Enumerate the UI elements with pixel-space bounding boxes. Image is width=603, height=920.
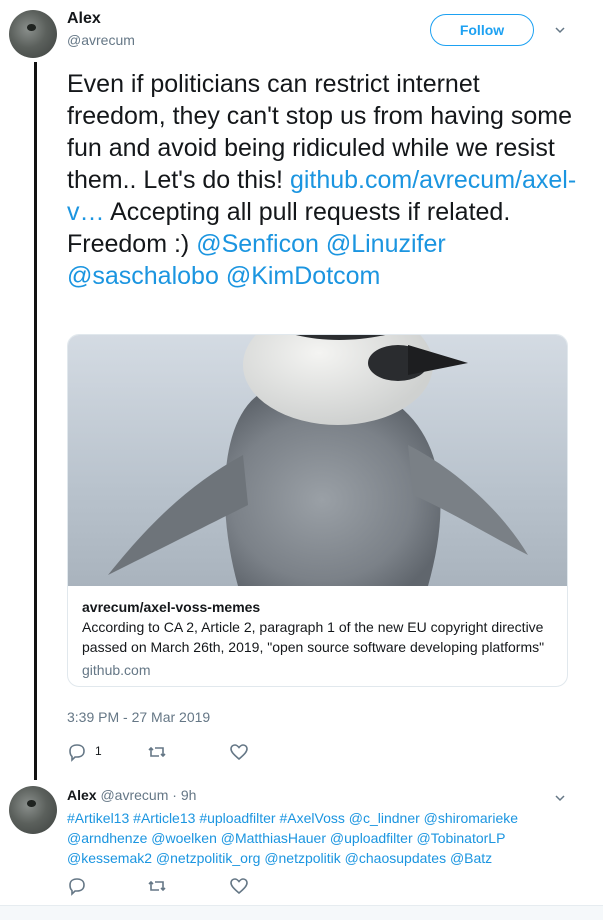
mention-link[interactable]: @chaosupdates — [345, 850, 446, 866]
reply-author-name[interactable]: Alex — [67, 787, 97, 803]
mention-link[interactable]: @MatthiasHauer — [221, 830, 326, 846]
mention-link[interactable]: @saschalobo — [67, 262, 219, 290]
reply-time[interactable]: 9h — [181, 787, 197, 803]
reply-separator: · — [168, 787, 181, 803]
card-title: avrecum/axel-voss-memes — [82, 599, 261, 615]
mention-link[interactable]: @netzpolitik — [264, 850, 340, 866]
chevron-down-icon[interactable] — [555, 25, 565, 35]
hashtag-link[interactable]: #Article13 — [133, 810, 195, 826]
tweet-text: Even if politicians can restrict interne… — [67, 68, 577, 292]
mention-link[interactable]: @uploadfilter — [330, 830, 413, 846]
mention-link[interactable]: @TobinatorLP — [417, 830, 506, 846]
avatar[interactable] — [9, 10, 57, 58]
mention-link[interactable]: @Senficon — [196, 230, 319, 258]
hashtag-link[interactable]: #Artikel13 — [67, 810, 129, 826]
card-domain: github.com — [82, 662, 151, 678]
reply-text: #Artikel13 #Article13 #uploadfilter #Axe… — [67, 808, 572, 868]
mention-link[interactable]: @Linuzifer — [326, 230, 446, 258]
reply-header: Alex @avrecum · 9h — [67, 787, 196, 803]
reply-count: 1 — [95, 744, 102, 758]
card-image — [68, 335, 567, 586]
tweet-timestamp[interactable]: 3:39 PM - 27 Mar 2019 — [67, 709, 210, 725]
like-icon[interactable] — [229, 876, 249, 896]
chevron-down-icon[interactable] — [555, 793, 565, 803]
retweet-icon[interactable] — [147, 876, 167, 896]
mention-link[interactable]: @woelken — [151, 830, 217, 846]
retweet-icon[interactable] — [147, 742, 167, 762]
mention-link[interactable]: @Batz — [450, 850, 492, 866]
reply-avatar[interactable] — [9, 786, 57, 834]
reply-author-handle[interactable]: @avrecum — [100, 787, 168, 803]
author-name[interactable]: Alex — [67, 10, 101, 28]
card-description: According to CA 2, Article 2, paragraph … — [82, 619, 545, 655]
mention-link[interactable]: @c_lindner — [349, 810, 420, 826]
thread-line — [34, 62, 37, 780]
author-handle[interactable]: @avrecum — [67, 32, 135, 48]
reply-icon[interactable] — [67, 742, 87, 762]
mention-link[interactable]: @arndhenze — [67, 830, 147, 846]
like-icon[interactable] — [229, 742, 249, 762]
hashtag-link[interactable]: #AxelVoss — [279, 810, 344, 826]
reply-icon[interactable] — [67, 876, 87, 896]
mention-link[interactable]: @shiromarieke — [424, 810, 518, 826]
hashtag-link[interactable]: #uploadfilter — [199, 810, 275, 826]
link-card[interactable]: avrecum/axel-voss-memes According to CA … — [67, 334, 568, 687]
follow-button[interactable]: Follow — [430, 14, 534, 46]
mention-link[interactable]: @kessemak2 — [67, 850, 152, 866]
card-body: avrecum/axel-voss-memes According to CA … — [82, 597, 557, 681]
mention-link[interactable]: @KimDotcom — [226, 262, 381, 290]
bottom-divider — [0, 905, 603, 920]
mention-link[interactable]: @netzpolitik_org — [156, 850, 261, 866]
penguin-image — [108, 335, 528, 586]
